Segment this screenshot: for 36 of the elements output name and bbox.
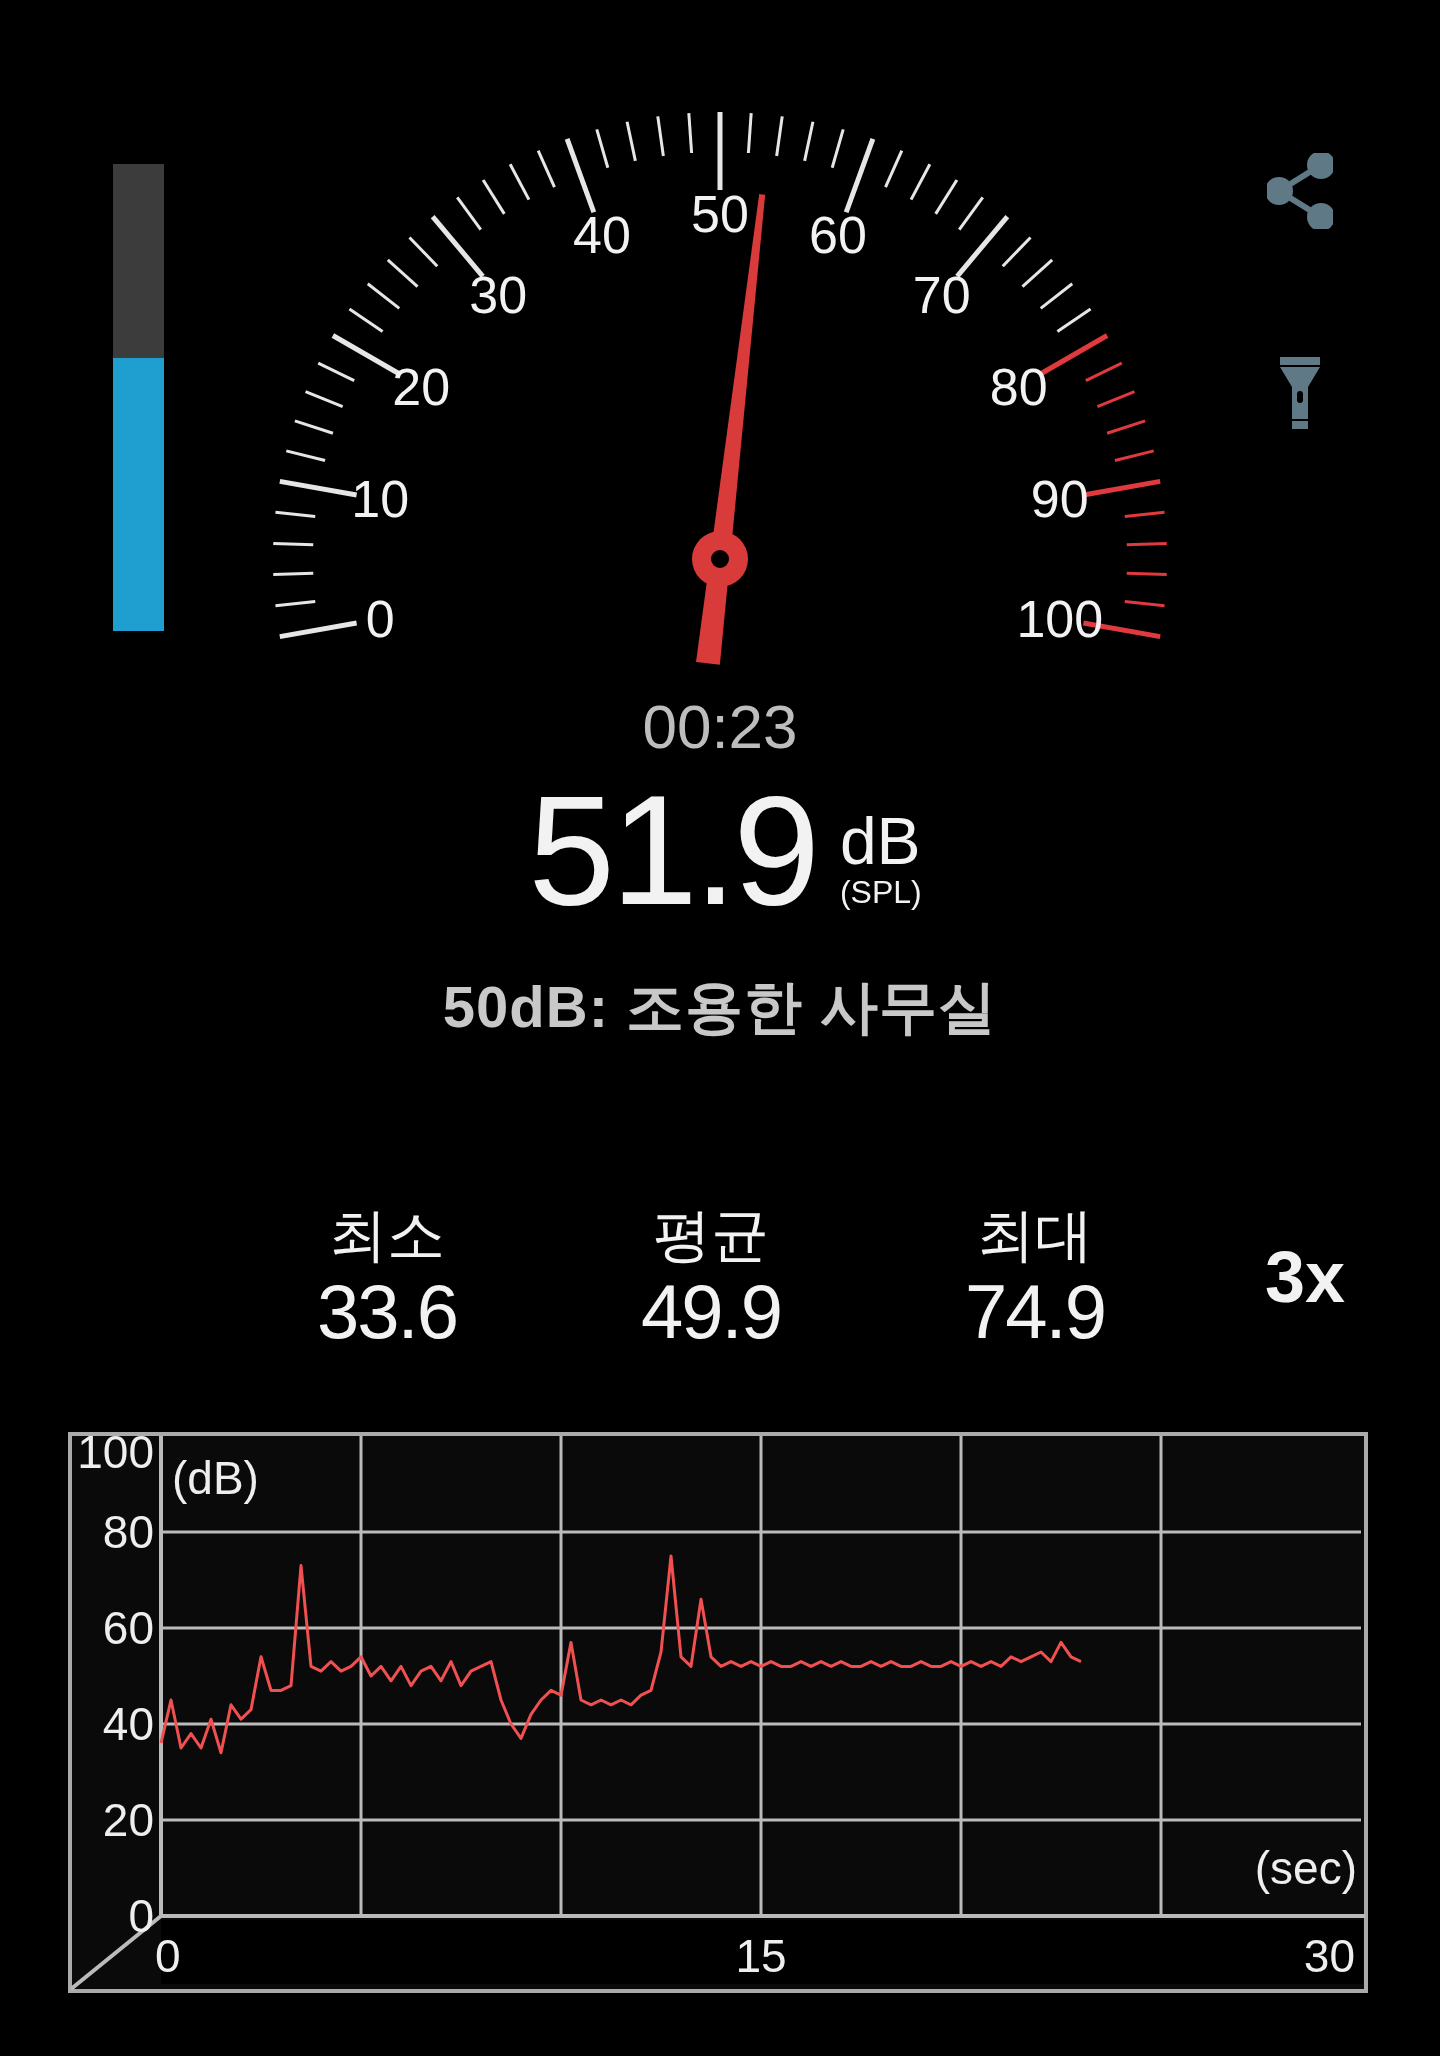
share-icon[interactable] (1267, 153, 1333, 229)
elapsed-time: 00:23 (641, 692, 799, 762)
axis-label: 60 (102, 1602, 154, 1654)
stat-label: 최대 (977, 1201, 1093, 1269)
sound-level-value: 51.9 (528, 780, 816, 920)
axis-label: 100 (77, 1432, 154, 1478)
scale-label: 20 (392, 357, 451, 416)
scale-label: 0 (365, 589, 395, 648)
scale-label: 30 (469, 265, 528, 324)
axis-label: 0 (128, 1890, 154, 1942)
scale-label: 80 (989, 357, 1048, 416)
unit-label: dB (839, 808, 922, 874)
weighting-label: (SPL) (839, 874, 922, 910)
stat-value: 74.9 (965, 1270, 1105, 1354)
scale-label: 90 (1030, 470, 1089, 529)
scale-label: 70 (912, 265, 971, 324)
scale-label: 60 (809, 205, 867, 264)
axis-label: 80 (102, 1506, 154, 1558)
flashlight-icon[interactable] (1280, 357, 1320, 429)
scale-label: 40 (573, 205, 631, 264)
scale-label: 10 (351, 470, 410, 529)
stat-label: 최소 (329, 1201, 445, 1269)
axis-label: 15 (735, 1930, 787, 1982)
stat-value: 49.9 (641, 1270, 781, 1354)
scale-label: 100 (1016, 589, 1104, 648)
stat-label: 평균 (653, 1201, 769, 1269)
axis-title: (sec) (1254, 1842, 1357, 1894)
stat-value: 33.6 (317, 1270, 457, 1354)
axis-label: 0 (155, 1930, 181, 1982)
axis-label: 20 (102, 1794, 154, 1846)
level-description: 50dB: 조용한 사무실 (441, 973, 999, 1041)
axis-title: (dB) (172, 1452, 259, 1504)
axis-label: 40 (102, 1698, 154, 1750)
axis-label: 30 (1303, 1930, 1355, 1982)
scale-label: 50 (691, 185, 749, 243)
speed-toggle[interactable]: 3x (1240, 1236, 1370, 1318)
